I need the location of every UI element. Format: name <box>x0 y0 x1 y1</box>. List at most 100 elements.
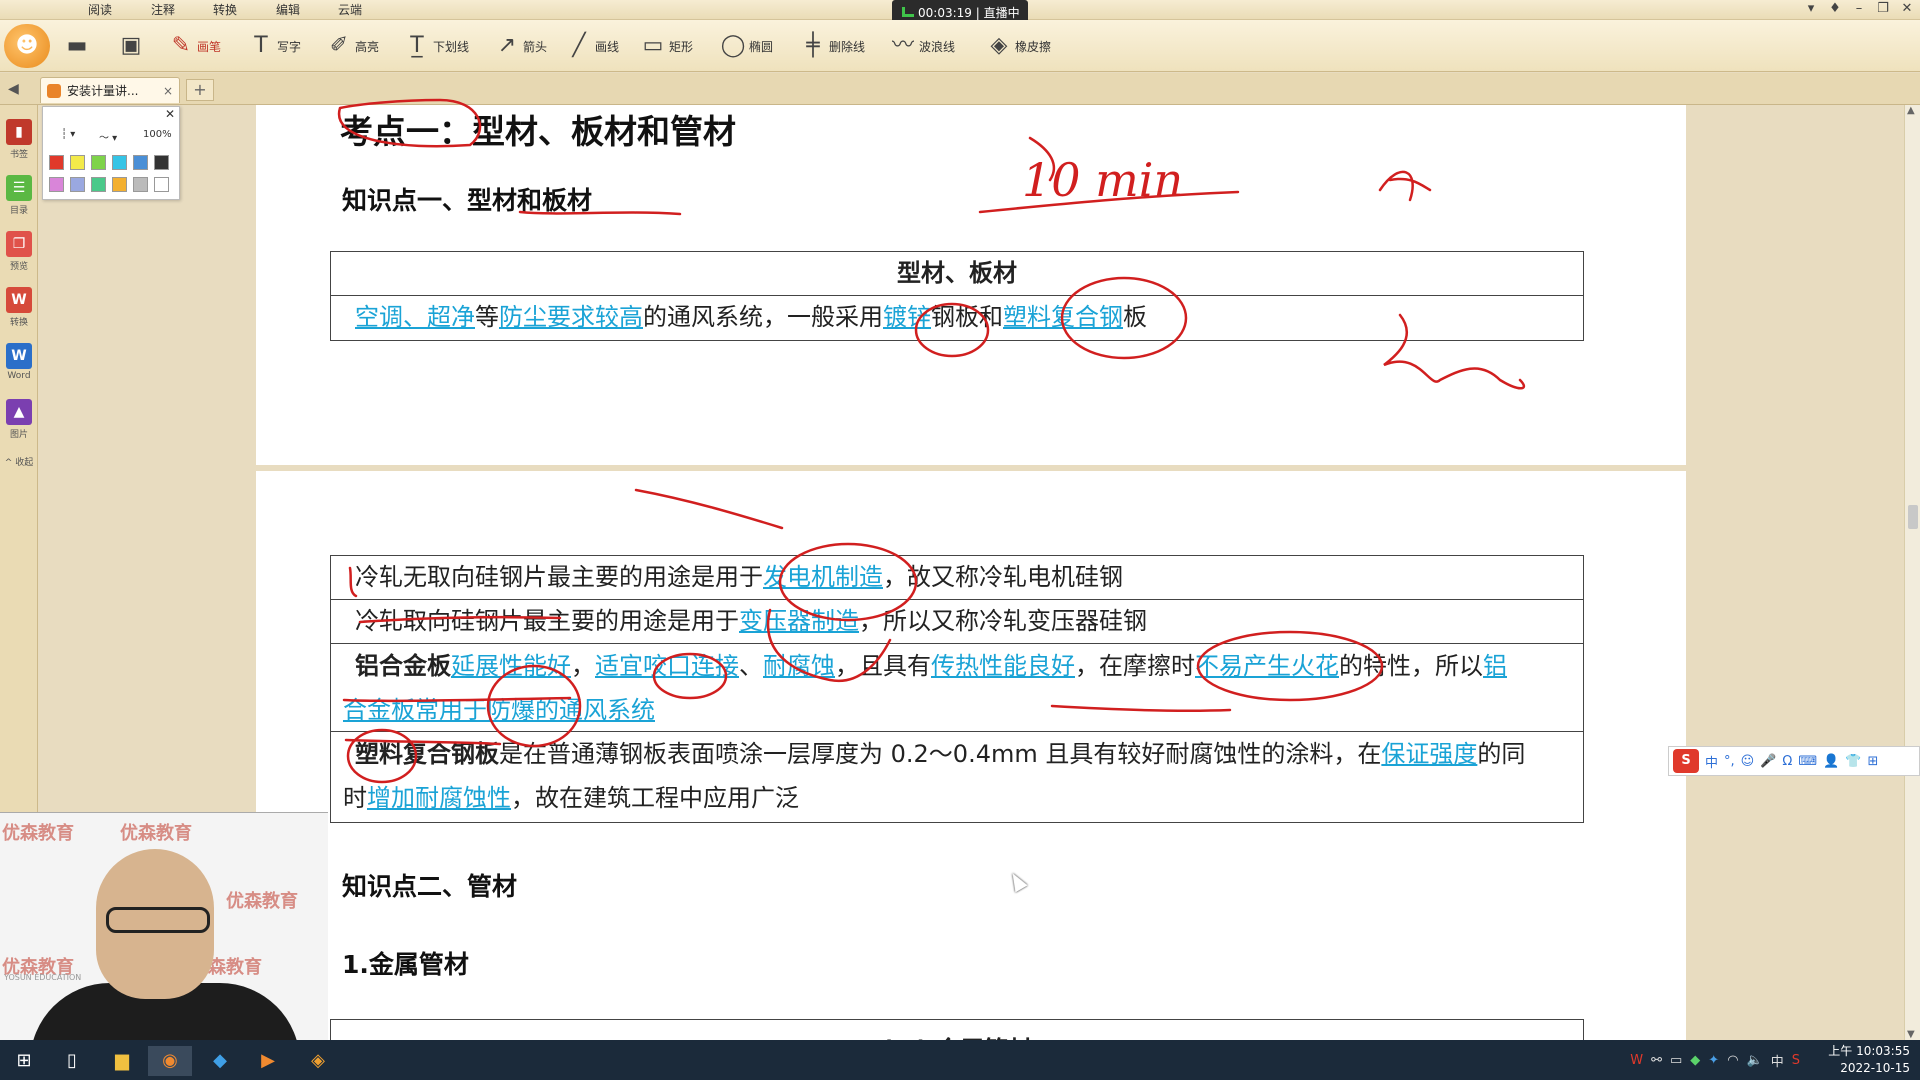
menu-tab-edit[interactable]: 编辑 <box>258 2 318 18</box>
scroll-down-icon[interactable]: ▼ <box>1907 1029 1915 1040</box>
sidebar-item-word[interactable]: W Word <box>0 343 38 381</box>
color-swatch[interactable] <box>70 155 85 170</box>
collapse-sidebar-icon[interactable]: ◀ <box>8 81 19 97</box>
color-swatch[interactable] <box>70 177 85 192</box>
pdf-app-icon[interactable]: ◉ <box>148 1046 192 1076</box>
color-swatch[interactable] <box>49 155 64 170</box>
line-tool-button[interactable]: ╱ 画线 <box>566 30 619 62</box>
voice-icon[interactable]: 🎤 <box>1760 754 1776 769</box>
sogou-icon[interactable]: S <box>1673 749 1699 773</box>
clock[interactable]: 上午 10:03:55 2022-10-15 <box>1810 1043 1910 1077</box>
sidebar-item-image[interactable]: ▲ 图片 <box>0 399 38 440</box>
body-text: 的特性，所以 <box>1339 652 1483 680</box>
security-icon[interactable]: ◆ <box>1690 1053 1700 1068</box>
net-icon[interactable]: ◈ <box>296 1046 340 1076</box>
minimize-icon[interactable]: – <box>1848 1 1870 16</box>
feishu-icon[interactable]: ◆ <box>198 1046 242 1076</box>
sidebar-item-preview[interactable]: ❐ 预览 <box>0 231 38 272</box>
sidebar-item-convert[interactable]: W 转换 <box>0 287 38 328</box>
wifi-icon[interactable]: ◠ <box>1727 1053 1738 1068</box>
skin-icon[interactable]: 👕 <box>1845 754 1861 769</box>
sidebar-collapse[interactable]: ^ 收起 <box>0 455 38 468</box>
toolbox-icon[interactable]: ⊞ <box>1867 754 1878 769</box>
pen-style-select[interactable]: 〜 ▾ <box>99 129 117 144</box>
ime-lang-toggle[interactable]: 中 <box>1705 752 1718 771</box>
emoji-icon[interactable]: ☺ <box>1741 754 1755 769</box>
color-row <box>49 177 169 192</box>
battery-icon[interactable]: ▭ <box>1670 1053 1682 1068</box>
highlighted-term: 空调、超净 <box>355 303 475 331</box>
menu-tab-cloud[interactable]: 云端 <box>320 2 380 18</box>
arrow-tool-button[interactable]: ↗ 箭头 <box>494 30 547 62</box>
menu-tab-annotate[interactable]: 注释 <box>133 2 193 18</box>
app-logo[interactable]: ☻ <box>4 24 50 68</box>
clock-time: 上午 10:03:55 <box>1828 1044 1910 1058</box>
wave-tool-button[interactable]: 〰波浪线 <box>890 30 955 62</box>
skin-icon[interactable]: ♦ <box>1824 1 1846 16</box>
input-method-bar[interactable]: S 中 °, ☺ 🎤 Ω ⌨ 👤 👕 ⊞ <box>1668 746 1920 776</box>
rectangle-tool-button[interactable]: ▭ 矩形 <box>640 30 693 62</box>
sidebar-item-toc[interactable]: ☰ 目录 <box>0 175 38 216</box>
body-text: 的同 <box>1477 740 1526 768</box>
file-explorer-icon[interactable]: ▆ <box>100 1046 144 1076</box>
color-swatch[interactable] <box>154 155 169 170</box>
sidebar-item-bookmarks[interactable]: ▮ 书签 <box>0 119 38 160</box>
highlighted-term: 镀锌 <box>883 303 931 331</box>
keyboard-icon[interactable]: ⌨ <box>1798 754 1817 769</box>
save-button[interactable]: ▣ <box>118 30 147 62</box>
network-icon[interactable]: ⚯ <box>1651 1053 1662 1068</box>
body-text: 塑料复合钢板 <box>355 740 499 768</box>
menu-tab-convert[interactable]: 转换 <box>195 2 255 18</box>
open-folder-button[interactable]: ▬ <box>64 30 93 62</box>
vertical-scrollbar[interactable]: ▲ ▼ <box>1904 105 1920 1040</box>
underline-tool-button[interactable]: T̲ 下划线 <box>404 30 469 62</box>
start-icon[interactable]: ⊞ <box>2 1046 46 1076</box>
task-view-icon[interactable]: ▯ <box>50 1046 94 1076</box>
close-icon[interactable]: ✕ <box>165 107 175 121</box>
ellipse-icon: ◯ <box>720 33 746 58</box>
color-swatch[interactable] <box>112 177 127 192</box>
ime-tray-lang[interactable]: 中 <box>1771 1051 1784 1070</box>
opacity-select[interactable]: 100% <box>143 129 172 140</box>
media-icon[interactable]: ▶ <box>246 1046 290 1076</box>
color-swatch[interactable] <box>133 155 148 170</box>
color-swatch[interactable] <box>112 155 127 170</box>
watermark-text: 优森教育 <box>120 823 192 844</box>
pen-width-select[interactable]: ┆ ▾ <box>61 129 75 140</box>
account-icon[interactable]: 👤 <box>1823 754 1839 769</box>
strikethrough-tool-button[interactable]: ╪ 删除线 <box>800 30 865 62</box>
table-row: 塑料复合钢板是在普通薄钢板表面喷涂一层厚度为 0.2～0.4mm 且具有较好耐腐… <box>331 732 1583 820</box>
pen-tool-button[interactable]: ✎ 画笔 <box>168 30 221 62</box>
scroll-up-icon[interactable]: ▲ <box>1907 105 1915 116</box>
document-tab-title: 安装计量讲... <box>67 84 139 98</box>
line-tool-label: 画线 <box>595 39 620 54</box>
color-swatch[interactable] <box>133 177 148 192</box>
color-swatch[interactable] <box>91 177 106 192</box>
sogou-tray-icon[interactable]: S <box>1792 1053 1800 1068</box>
color-swatch[interactable] <box>91 155 106 170</box>
color-swatch[interactable] <box>154 177 169 192</box>
save-icon: ▣ <box>120 33 142 58</box>
highlight-tool-button[interactable]: ✐ 高亮 <box>326 30 379 62</box>
scrollbar-thumb[interactable] <box>1908 505 1918 529</box>
document-tab[interactable]: 安装计量讲... × <box>40 77 180 103</box>
dropdown-icon[interactable]: ▾ <box>1800 1 1822 16</box>
close-tab-icon[interactable]: × <box>163 78 173 104</box>
volume-icon[interactable]: 🔈 <box>1747 1053 1763 1068</box>
ime-punct-icon[interactable]: °, <box>1724 754 1735 769</box>
new-tab-button[interactable]: + <box>186 79 214 101</box>
table-row: 空调、超净等防尘要求较高的通风系统，一般采用镀锌钢板和塑料复合钢板 <box>331 296 1583 340</box>
text-tool-button[interactable]: T 写字 <box>248 30 301 62</box>
menu-tab-read[interactable]: 阅读 <box>70 2 130 18</box>
color-swatch[interactable] <box>49 177 64 192</box>
symbol-icon[interactable]: Ω <box>1782 754 1792 769</box>
maximize-icon[interactable]: ❐ <box>1872 1 1894 16</box>
body-text: ，且具有 <box>835 652 931 680</box>
ellipse-tool-button[interactable]: ◯ 椭圆 <box>720 30 773 62</box>
eraser-tool-button[interactable]: ◈ 橡皮擦 <box>986 30 1051 62</box>
bluetooth-icon[interactable]: ✦ <box>1708 1053 1719 1068</box>
highlighted-term: 塑料复合钢 <box>1003 303 1123 331</box>
close-icon[interactable]: ✕ <box>1896 1 1918 16</box>
live-timer: 00:03:19 <box>918 6 972 20</box>
wps-tray-icon[interactable]: W <box>1630 1053 1643 1068</box>
